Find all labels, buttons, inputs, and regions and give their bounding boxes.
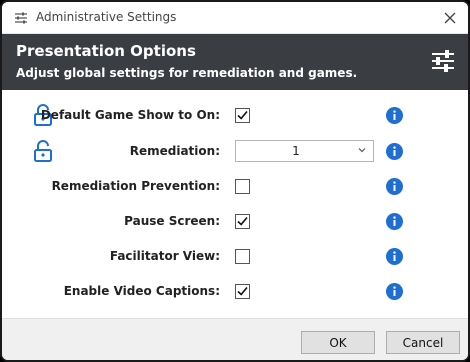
setting-label: Remediation: (129, 144, 220, 158)
remediation-select[interactable]: 1 (235, 140, 374, 162)
info-glyph (393, 251, 396, 261)
setting-label: Remediation Prevention: (51, 179, 220, 193)
info-icon[interactable] (386, 213, 403, 230)
setting-row-enable-video-captions: Enable Video Captions: (2, 278, 468, 306)
default-game-show-checkbox[interactable] (235, 108, 250, 123)
setting-row-remediation: Remediation: 1 (2, 138, 468, 166)
header-subtitle: Adjust global settings for remediation a… (16, 66, 358, 80)
enable-video-captions-checkbox[interactable] (235, 284, 250, 299)
info-icon[interactable] (386, 178, 403, 195)
info-icon[interactable] (386, 248, 403, 265)
chevron-down-icon (358, 148, 366, 153)
pause-screen-checkbox[interactable] (235, 214, 250, 229)
setting-row-facilitator-view: Facilitator View: (2, 243, 468, 271)
info-glyph (393, 181, 396, 191)
facilitator-view-checkbox[interactable] (235, 249, 250, 264)
checkmark-icon (237, 110, 248, 120)
info-icon[interactable] (386, 283, 403, 300)
setting-row-pause-screen: Pause Screen: (2, 208, 468, 236)
window-title: Administrative Settings (36, 10, 177, 24)
info-glyph (393, 216, 396, 226)
close-icon (444, 12, 456, 24)
setting-label: Enable Video Captions: (63, 284, 220, 298)
dialog-footer: OK Cancel (2, 318, 468, 360)
select-value: 1 (292, 144, 300, 158)
admin-settings-dialog: Administrative Settings Presentation Opt… (0, 0, 470, 362)
setting-label: Facilitator View: (109, 249, 220, 263)
info-glyph (393, 146, 396, 156)
checkmark-icon (237, 286, 248, 296)
cancel-button[interactable]: Cancel (386, 331, 460, 354)
ok-button[interactable]: OK (301, 331, 375, 354)
info-glyph (393, 110, 396, 120)
setting-row-default-game-show: Default Game Show to On: (2, 102, 468, 130)
setting-row-remediation-prevention: Remediation Prevention: (2, 173, 468, 201)
sliders-icon (432, 50, 454, 72)
remediation-prevention-checkbox[interactable] (235, 179, 250, 194)
title-bar: Administrative Settings (2, 2, 468, 34)
setting-label: Pause Screen: (124, 214, 220, 228)
close-button[interactable] (440, 8, 460, 28)
sliders-icon (15, 12, 27, 24)
info-glyph (393, 286, 396, 296)
checkmark-icon (237, 216, 248, 226)
dialog-header: Presentation Options Adjust global setti… (2, 34, 468, 90)
unlock-icon[interactable] (32, 139, 54, 163)
info-icon[interactable] (386, 107, 403, 124)
header-title: Presentation Options (16, 42, 196, 60)
setting-label: Default Game Show to On: (40, 108, 220, 122)
info-icon[interactable] (386, 143, 403, 160)
